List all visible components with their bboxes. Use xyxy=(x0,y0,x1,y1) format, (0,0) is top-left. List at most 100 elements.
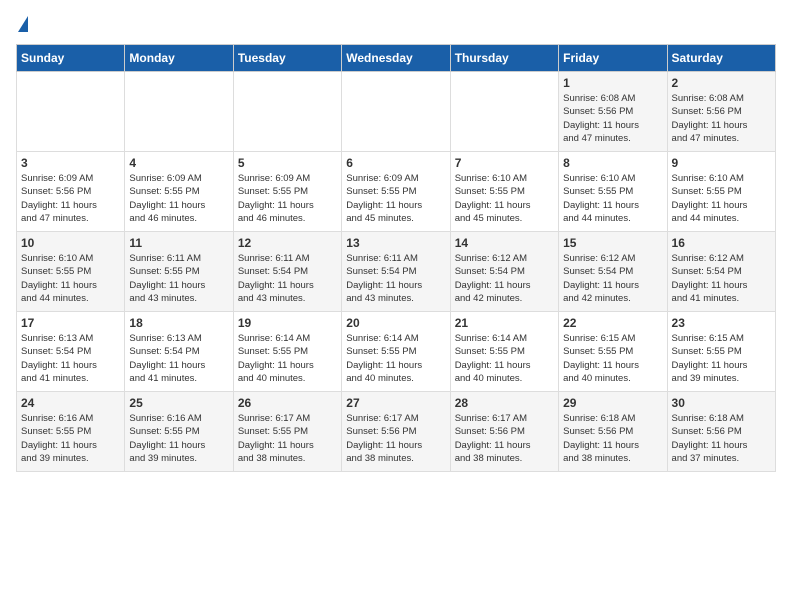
day-info: Sunrise: 6:13 AM Sunset: 5:54 PM Dayligh… xyxy=(129,333,205,384)
day-number: 2 xyxy=(672,76,771,90)
day-info: Sunrise: 6:11 AM Sunset: 5:54 PM Dayligh… xyxy=(238,253,314,304)
calendar-week-row: 24 Sunrise: 6:16 AM Sunset: 5:55 PM Dayli… xyxy=(17,392,776,472)
day-info: Sunrise: 6:17 AM Sunset: 5:55 PM Dayligh… xyxy=(238,413,314,464)
weekday-header: Sunday xyxy=(17,45,125,72)
calendar-cell: 8Sunrise: 6:10 AM Sunset: 5:55 PM Daylig… xyxy=(559,152,667,232)
calendar-cell: 15Sunrise: 6:12 AM Sunset: 5:54 PM Dayli… xyxy=(559,232,667,312)
day-info: Sunrise: 6:11 AM Sunset: 5:54 PM Dayligh… xyxy=(346,253,422,304)
day-number: 10 xyxy=(21,236,120,250)
day-number: 25 xyxy=(129,396,228,410)
weekday-header: Saturday xyxy=(667,45,775,72)
calendar-cell: 4Sunrise: 6:09 AM Sunset: 5:55 PM Daylig… xyxy=(125,152,233,232)
weekday-header: Tuesday xyxy=(233,45,341,72)
calendar-cell: 24 Sunrise: 6:16 AM Sunset: 5:55 PM Dayli… xyxy=(17,392,125,472)
day-number: 30 xyxy=(672,396,771,410)
day-number: 17 xyxy=(21,316,120,330)
day-number: 1 xyxy=(563,76,662,90)
day-info: Sunrise: 6:09 AM Sunset: 5:55 PM Dayligh… xyxy=(129,173,205,224)
calendar-cell xyxy=(342,72,450,152)
day-number: 29 xyxy=(563,396,662,410)
day-info: Sunrise: 6:10 AM Sunset: 5:55 PM Dayligh… xyxy=(455,173,531,224)
calendar-cell: 17 Sunrise: 6:13 AM Sunset: 5:54 PM Dayli… xyxy=(17,312,125,392)
day-info: Sunrise: 6:08 AM Sunset: 5:56 PM Dayligh… xyxy=(563,93,639,144)
day-info: Sunrise: 6:14 AM Sunset: 5:55 PM Dayligh… xyxy=(238,333,314,384)
calendar-cell: 13 Sunrise: 6:11 AM Sunset: 5:54 PM Dayli… xyxy=(342,232,450,312)
day-info: Sunrise: 6:08 AM Sunset: 5:56 PM Dayligh… xyxy=(672,93,748,144)
day-number: 15 xyxy=(563,236,662,250)
day-number: 7 xyxy=(455,156,554,170)
calendar-cell xyxy=(450,72,558,152)
calendar-week-row: 3 Sunrise: 6:09 AM Sunset: 5:56 PM Daylig… xyxy=(17,152,776,232)
calendar-cell: 1 Sunrise: 6:08 AM Sunset: 5:56 PM Daylig… xyxy=(559,72,667,152)
day-info: Sunrise: 6:14 AM Sunset: 5:55 PM Dayligh… xyxy=(346,333,422,384)
calendar-cell: 12 Sunrise: 6:11 AM Sunset: 5:54 PM Dayli… xyxy=(233,232,341,312)
day-info: Sunrise: 6:16 AM Sunset: 5:55 PM Dayligh… xyxy=(129,413,205,464)
day-number: 18 xyxy=(129,316,228,330)
day-number: 28 xyxy=(455,396,554,410)
day-info: Sunrise: 6:09 AM Sunset: 5:55 PM Dayligh… xyxy=(238,173,314,224)
day-info: Sunrise: 6:14 AM Sunset: 5:55 PM Dayligh… xyxy=(455,333,531,384)
logo xyxy=(16,16,28,32)
page-header xyxy=(16,16,776,32)
day-number: 20 xyxy=(346,316,445,330)
day-number: 26 xyxy=(238,396,337,410)
day-info: Sunrise: 6:18 AM Sunset: 5:56 PM Dayligh… xyxy=(672,413,748,464)
day-info: Sunrise: 6:10 AM Sunset: 5:55 PM Dayligh… xyxy=(672,173,748,224)
calendar-cell: 29 Sunrise: 6:18 AM Sunset: 5:56 PM Dayli… xyxy=(559,392,667,472)
day-number: 19 xyxy=(238,316,337,330)
calendar-cell: 22 Sunrise: 6:15 AM Sunset: 5:55 PM Dayli… xyxy=(559,312,667,392)
calendar-cell: 5 Sunrise: 6:09 AM Sunset: 5:55 PM Daylig… xyxy=(233,152,341,232)
calendar-cell: 18 Sunrise: 6:13 AM Sunset: 5:54 PM Dayli… xyxy=(125,312,233,392)
day-number: 11 xyxy=(129,236,228,250)
calendar-cell: 30 Sunrise: 6:18 AM Sunset: 5:56 PM Dayli… xyxy=(667,392,775,472)
day-info: Sunrise: 6:10 AM Sunset: 5:55 PM Dayligh… xyxy=(21,253,97,304)
calendar-cell xyxy=(17,72,125,152)
calendar-cell: 23 Sunrise: 6:15 AM Sunset: 5:55 PM Dayli… xyxy=(667,312,775,392)
weekday-header: Wednesday xyxy=(342,45,450,72)
weekday-header: Thursday xyxy=(450,45,558,72)
calendar-cell: 16 Sunrise: 6:12 AM Sunset: 5:54 PM Dayli… xyxy=(667,232,775,312)
calendar-cell: 19 Sunrise: 6:14 AM Sunset: 5:55 PM Dayli… xyxy=(233,312,341,392)
day-info: Sunrise: 6:12 AM Sunset: 5:54 PM Dayligh… xyxy=(672,253,748,304)
day-number: 16 xyxy=(672,236,771,250)
day-number: 9 xyxy=(672,156,771,170)
day-info: Sunrise: 6:17 AM Sunset: 5:56 PM Dayligh… xyxy=(455,413,531,464)
calendar-cell: 11 Sunrise: 6:11 AM Sunset: 5:55 PM Dayli… xyxy=(125,232,233,312)
day-info: Sunrise: 6:12 AM Sunset: 5:54 PM Dayligh… xyxy=(455,253,531,304)
day-info: Sunrise: 6:16 AM Sunset: 5:55 PM Dayligh… xyxy=(21,413,97,464)
day-number: 13 xyxy=(346,236,445,250)
day-info: Sunrise: 6:11 AM Sunset: 5:55 PM Dayligh… xyxy=(129,253,205,304)
day-info: Sunrise: 6:09 AM Sunset: 5:55 PM Dayligh… xyxy=(346,173,422,224)
day-info: Sunrise: 6:18 AM Sunset: 5:56 PM Dayligh… xyxy=(563,413,639,464)
calendar-cell xyxy=(233,72,341,152)
day-info: Sunrise: 6:13 AM Sunset: 5:54 PM Dayligh… xyxy=(21,333,97,384)
calendar-cell: 26 Sunrise: 6:17 AM Sunset: 5:55 PM Dayli… xyxy=(233,392,341,472)
day-number: 6 xyxy=(346,156,445,170)
calendar-cell: 2 Sunrise: 6:08 AM Sunset: 5:56 PM Daylig… xyxy=(667,72,775,152)
day-number: 5 xyxy=(238,156,337,170)
calendar-cell: 7 Sunrise: 6:10 AM Sunset: 5:55 PM Daylig… xyxy=(450,152,558,232)
weekday-header: Monday xyxy=(125,45,233,72)
calendar-week-row: 10 Sunrise: 6:10 AM Sunset: 5:55 PM Dayli… xyxy=(17,232,776,312)
day-number: 14 xyxy=(455,236,554,250)
logo-icon xyxy=(18,16,28,32)
calendar-cell: 20 Sunrise: 6:14 AM Sunset: 5:55 PM Dayli… xyxy=(342,312,450,392)
day-number: 3 xyxy=(21,156,120,170)
day-number: 27 xyxy=(346,396,445,410)
calendar-cell: 10 Sunrise: 6:10 AM Sunset: 5:55 PM Dayli… xyxy=(17,232,125,312)
day-number: 12 xyxy=(238,236,337,250)
day-number: 23 xyxy=(672,316,771,330)
day-info: Sunrise: 6:09 AM Sunset: 5:56 PM Dayligh… xyxy=(21,173,97,224)
calendar-cell: 9 Sunrise: 6:10 AM Sunset: 5:55 PM Daylig… xyxy=(667,152,775,232)
calendar-table: SundayMondayTuesdayWednesdayThursdayFrid… xyxy=(16,44,776,472)
day-number: 24 xyxy=(21,396,120,410)
calendar-cell: 3 Sunrise: 6:09 AM Sunset: 5:56 PM Daylig… xyxy=(17,152,125,232)
day-number: 8 xyxy=(563,156,662,170)
day-number: 22 xyxy=(563,316,662,330)
day-info: Sunrise: 6:15 AM Sunset: 5:55 PM Dayligh… xyxy=(672,333,748,384)
calendar-cell: 6 Sunrise: 6:09 AM Sunset: 5:55 PM Daylig… xyxy=(342,152,450,232)
calendar-header-row: SundayMondayTuesdayWednesdayThursdayFrid… xyxy=(17,45,776,72)
day-info: Sunrise: 6:15 AM Sunset: 5:55 PM Dayligh… xyxy=(563,333,639,384)
day-info: Sunrise: 6:17 AM Sunset: 5:56 PM Dayligh… xyxy=(346,413,422,464)
calendar-week-row: 17 Sunrise: 6:13 AM Sunset: 5:54 PM Dayli… xyxy=(17,312,776,392)
